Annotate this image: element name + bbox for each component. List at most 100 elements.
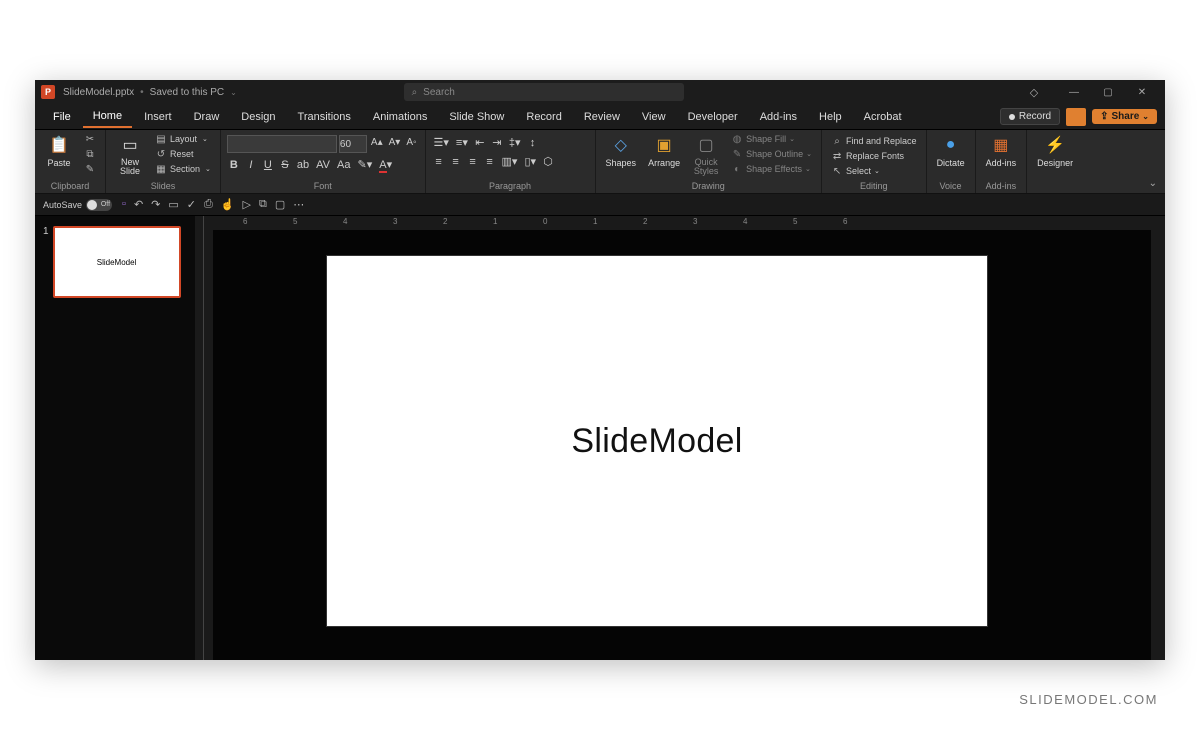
shape-outline-button[interactable]: ✎Shape Outline⌄ [728,147,815,161]
cursor-icon: ↖ [831,165,843,177]
tab-acrobat[interactable]: Acrobat [854,107,912,127]
thumbnail-slide-1[interactable]: SlideModel [53,226,181,298]
shapes-button[interactable]: ◇Shapes [602,132,641,170]
vertical-scrollbar[interactable] [1151,216,1165,660]
indent-decrease-button[interactable]: ⇤ [473,135,487,150]
group-slides: ▭ New Slide ▤Layout⌄ ↺Reset ▦Section⌄ Sl… [106,130,221,193]
group-drawing: ◇Shapes ▣Arrange ▢Quick Styles ◍Shape Fi… [596,130,822,193]
strikethrough-button[interactable]: S [278,158,292,172]
highlight-button[interactable]: ✎▾ [355,157,374,172]
align-center-button[interactable]: ≡ [449,155,463,169]
qat-screen-button[interactable]: ⧉ [259,198,267,211]
qat-print-button[interactable]: ⎙ [204,198,213,211]
close-button[interactable]: ✕ [1125,80,1159,104]
replace-fonts-button[interactable]: ⇄Replace Fonts [828,149,920,163]
tab-animations[interactable]: Animations [363,107,437,127]
toggle-switch[interactable]: Off [86,199,112,211]
thumbnail-item[interactable]: 1 SlideModel [43,226,187,298]
designer-button[interactable]: ⚡Designer [1033,132,1077,170]
new-slide-button[interactable]: ▭ New Slide [112,132,148,178]
font-family-input[interactable] [227,135,337,153]
quick-styles-label: Quick Styles [694,158,719,176]
shape-effects-button[interactable]: ◐Shape Effects⌄ [728,162,815,176]
text-direction-button[interactable]: ↕ [526,136,540,150]
numbering-button[interactable]: ≡▾ [454,135,470,150]
shadow-button[interactable]: ab [295,158,311,172]
smartart-button[interactable]: ⬡ [541,154,555,169]
align-right-button[interactable]: ≡ [466,155,480,169]
search-box[interactable]: ⌕ Search [404,83,684,101]
paste-button[interactable]: 📋 Paste [41,132,77,170]
tab-developer[interactable]: Developer [678,107,748,127]
canvas-area[interactable]: SlideModel [213,230,1151,660]
clear-format-button[interactable]: A◦ [404,135,418,153]
redo-button[interactable]: ↷ [151,198,160,211]
select-button[interactable]: ↖Select⌄ [828,164,920,178]
spacing-button[interactable]: AV [314,158,332,172]
tab-addins[interactable]: Add-ins [750,107,807,127]
record-button[interactable]: Record [1000,108,1060,125]
bullets-button[interactable]: ☰▾ [432,135,451,150]
autosave-toggle[interactable]: AutoSave Off [43,199,112,211]
dictate-button[interactable]: ●Dictate [933,132,969,170]
align-left-button[interactable]: ≡ [432,155,446,169]
coming-soon-icon[interactable]: ◇ [1017,80,1051,104]
layout-button[interactable]: ▤Layout⌄ [152,132,214,146]
align-text-button[interactable]: ▯▾ [522,154,538,169]
change-case-button[interactable]: Aa [335,158,352,172]
cut-button[interactable]: ✂ [81,132,99,146]
bucket-icon: ◍ [731,133,743,145]
indent-increase-button[interactable]: ⇥ [490,135,504,150]
addins-button[interactable]: ▦Add-ins [982,132,1021,170]
collapse-ribbon-button[interactable]: ⌄ [1149,178,1157,189]
tab-slideshow[interactable]: Slide Show [439,107,514,127]
format-painter-button[interactable]: ✎ [81,162,99,176]
tab-insert[interactable]: Insert [134,107,182,127]
font-color-button[interactable]: A▾ [377,157,394,172]
minimize-button[interactable]: ― [1057,80,1091,104]
justify-button[interactable]: ≡ [483,155,497,169]
slide-canvas[interactable]: SlideModel [327,256,987,626]
tab-help[interactable]: Help [809,107,852,127]
bold-button[interactable]: B [227,158,241,172]
save-button[interactable]: ▫ [122,198,126,211]
font-size-input[interactable] [339,135,367,153]
qat-touch-button[interactable]: ☝ [221,198,235,211]
section-button[interactable]: ▦Section⌄ [152,162,214,176]
shape-fill-button[interactable]: ◍Shape Fill⌄ [728,132,815,146]
new-slide-icon: ▭ [119,134,141,156]
tab-draw[interactable]: Draw [184,107,230,127]
tab-file[interactable]: File [43,107,81,127]
slide-title-text[interactable]: SlideModel [571,422,742,461]
reset-button[interactable]: ↺Reset [152,147,214,161]
arrange-button[interactable]: ▣Arrange [644,132,684,170]
maximize-button[interactable]: ▢ [1091,80,1125,104]
tab-design[interactable]: Design [231,107,285,127]
undo-button[interactable]: ↶ [134,198,143,211]
qat-more-button[interactable]: ⋯ [293,198,304,211]
chevron-down-icon[interactable]: ⌄ [230,88,237,97]
thumbnail-pane[interactable]: 1 SlideModel [35,216,195,660]
qat-spelling-button[interactable]: ✓ [187,198,196,211]
columns-button[interactable]: ▥▾ [500,154,520,169]
decrease-font-button[interactable]: A▾ [387,135,403,153]
find-replace-button[interactable]: ⌕Find and Replace [828,134,920,148]
italic-button[interactable]: I [244,158,258,172]
qat-from-beginning-button[interactable]: ▭ [168,198,178,211]
tab-review[interactable]: Review [574,107,630,127]
tab-view[interactable]: View [632,107,676,127]
tab-home[interactable]: Home [83,106,132,128]
tab-transitions[interactable]: Transitions [288,107,361,127]
underline-button[interactable]: U [261,158,275,172]
increase-font-button[interactable]: A▴ [369,135,385,153]
tab-record[interactable]: Record [516,107,571,127]
share-button[interactable]: ⇪Share⌄ [1092,109,1157,124]
present-mode-button[interactable] [1066,108,1086,126]
quick-styles-button[interactable]: ▢Quick Styles [688,132,724,178]
qat-slide-button[interactable]: ▢ [275,198,285,211]
canvas-wrap: 6 5 4 3 2 1 0 1 2 3 4 5 6 SlideModel [213,216,1151,660]
line-spacing-button[interactable]: ‡▾ [507,135,523,150]
copy-button[interactable]: ⧉ [81,147,99,161]
save-status[interactable]: Saved to this PC [150,87,224,98]
qat-present-button[interactable]: ▷ [243,198,251,211]
